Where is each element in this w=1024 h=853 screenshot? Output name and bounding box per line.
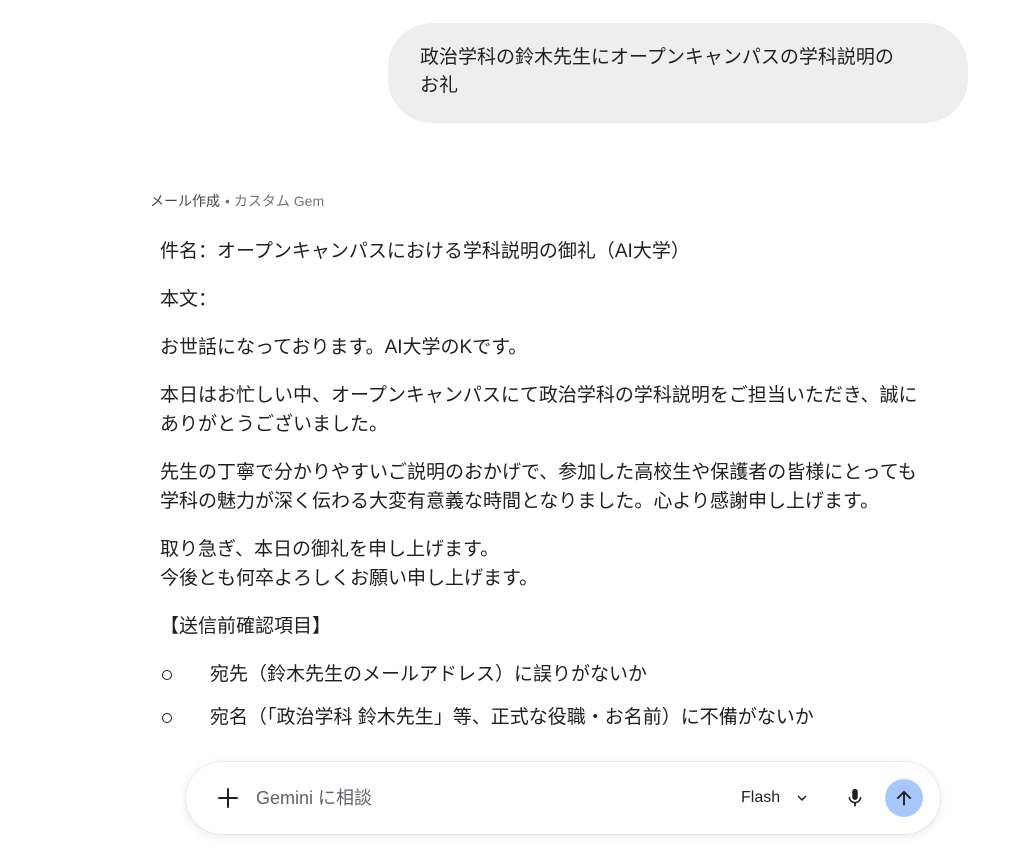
checklist-item: 宛名（「政治学科 鈴木先生」等、正式な役職・お名前）に不備がないか bbox=[160, 703, 960, 732]
email-subject: 件名：オープンキャンパスにおける学科説明の御礼（AI大学） bbox=[160, 241, 690, 262]
arrow-up-icon bbox=[896, 790, 912, 806]
email-paragraph: 取り急ぎ、本日の御礼を申し上げます。 今後とも何卒よろしくお願い申し上げます。 bbox=[160, 535, 960, 593]
checklist: 宛先（鈴木先生のメールアドレス）に誤りがないか 宛名（「政治学科 鈴木先生」等、… bbox=[160, 660, 960, 732]
user-message-line: 政治学科の鈴木先生にオープンキャンパスの学科説明の bbox=[420, 47, 894, 68]
paragraph-line: 今後とも何卒よろしくお願い申し上げます。 bbox=[160, 568, 539, 589]
response-source-label: メール作成 • カスタム Gem bbox=[150, 191, 324, 211]
model-selector-label: Flash bbox=[741, 789, 781, 806]
paragraph-line: 本日はお忙しい中、オープンキャンパスにて政治学科の学科説明をご担当いただき、誠に bbox=[160, 385, 918, 406]
send-button[interactable] bbox=[885, 779, 923, 817]
prompt-input[interactable] bbox=[256, 780, 716, 816]
source-separator: • bbox=[225, 193, 230, 209]
checklist-heading: 【送信前確認項目】 bbox=[160, 616, 332, 637]
chevron-down-icon bbox=[793, 789, 811, 807]
add-attachment-button[interactable] bbox=[210, 780, 246, 816]
email-body-label: 本文： bbox=[160, 289, 218, 310]
model-selector-button[interactable]: Flash bbox=[733, 780, 819, 816]
email-paragraph: 本日はお忙しい中、オープンキャンパスにて政治学科の学科説明をご担当いただき、誠に… bbox=[160, 381, 960, 439]
checklist-item-text: 宛名（「政治学科 鈴木先生」等、正式な役職・お名前）に不備がないか bbox=[210, 707, 814, 728]
paragraph-line: 学科の魅力が深く伝わる大変有意義な時間となりました。心より感謝申し上げます。 bbox=[160, 491, 880, 512]
list-bullet-icon bbox=[162, 713, 172, 723]
paragraph-line: ありがとうございました。 bbox=[160, 414, 389, 435]
response-body: 件名：オープンキャンパスにおける学科説明の御礼（AI大学） 本文： お世話になっ… bbox=[160, 237, 960, 746]
list-bullet-icon bbox=[162, 670, 172, 680]
email-paragraph: お世話になっております。AI大学のKです。 bbox=[160, 333, 960, 362]
user-message-bubble: 政治学科の鈴木先生にオープンキャンパスの学科説明の お礼 bbox=[388, 23, 968, 123]
prompt-input-bar: Flash bbox=[186, 762, 940, 834]
paragraph-line: 先生の丁寧で分かりやすいご説明のおかげで、参加した高校生や保護者の皆様にとっても bbox=[160, 462, 917, 483]
source-gem-name: カスタム Gem bbox=[233, 193, 325, 209]
paragraph-line: 取り急ぎ、本日の御礼を申し上げます。 bbox=[160, 539, 500, 560]
microphone-icon bbox=[848, 788, 862, 807]
voice-input-button[interactable] bbox=[837, 780, 873, 816]
paragraph-line: お世話になっております。AI大学のKです。 bbox=[160, 337, 528, 358]
email-paragraph: 先生の丁寧で分かりやすいご説明のおかげで、参加した高校生や保護者の皆様にとっても… bbox=[160, 458, 960, 516]
source-tool-name: メール作成 bbox=[150, 193, 220, 209]
plus-icon bbox=[218, 788, 238, 808]
checklist-item: 宛先（鈴木先生のメールアドレス）に誤りがないか bbox=[160, 660, 960, 689]
checklist-item-text: 宛先（鈴木先生のメールアドレス）に誤りがないか bbox=[210, 664, 648, 685]
user-message-line: お礼 bbox=[420, 75, 459, 96]
